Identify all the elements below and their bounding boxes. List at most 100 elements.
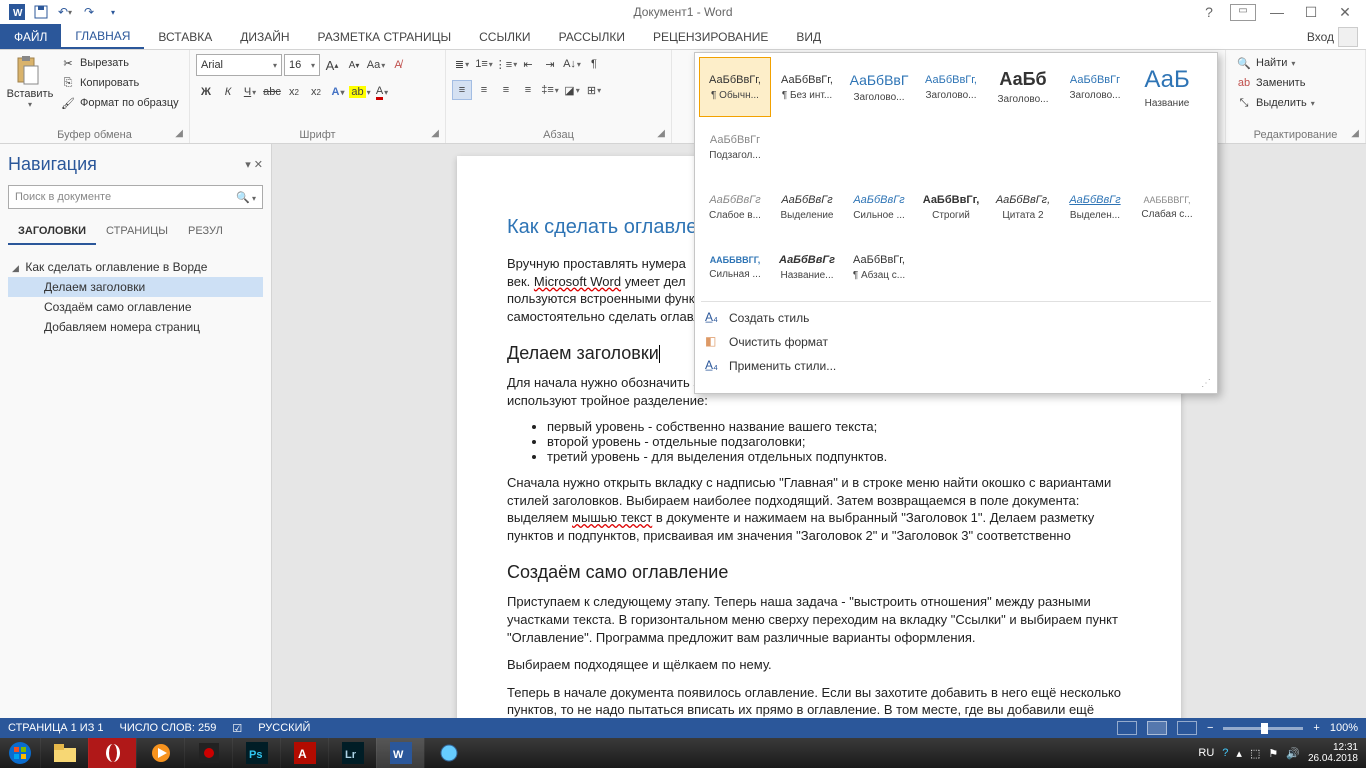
taskbar-app1[interactable] <box>184 738 232 768</box>
zoom-slider[interactable] <box>1223 727 1303 730</box>
subscript-button[interactable]: x2 <box>284 82 304 102</box>
help-icon[interactable]: ? <box>1196 4 1222 21</box>
align-right-button[interactable]: ≡ <box>496 80 516 100</box>
taskbar-word[interactable]: W <box>376 738 424 768</box>
create-style-cmd[interactable]: A̲₄Создать стиль <box>699 306 1213 330</box>
view-print-button[interactable] <box>1147 721 1167 735</box>
zoom-out-button[interactable]: − <box>1207 722 1213 734</box>
taskbar-explorer[interactable] <box>40 738 88 768</box>
increase-indent-button[interactable]: ⇥ <box>540 54 560 74</box>
status-proofing-icon[interactable]: ☑ <box>232 722 242 735</box>
grow-font-button[interactable]: A▴ <box>322 55 342 75</box>
underline-button[interactable]: Ч <box>240 82 260 102</box>
numbering-button[interactable]: 1≡ <box>474 54 494 74</box>
close-icon[interactable]: ✕ <box>1332 4 1358 21</box>
minimize-icon[interactable]: — <box>1264 4 1290 21</box>
status-page[interactable]: СТРАНИЦА 1 ИЗ 1 <box>8 722 104 734</box>
copy-button[interactable]: ⎘Копировать <box>56 74 183 92</box>
style-gallery-item[interactable]: АаБбВвГгСлабое в... <box>699 177 771 237</box>
resize-grip-icon[interactable]: ⋰ <box>699 378 1213 389</box>
tray-clock[interactable]: 12:31 26.04.2018 <box>1308 742 1358 764</box>
tray-lang[interactable]: RU <box>1198 747 1214 759</box>
view-web-button[interactable] <box>1177 721 1197 735</box>
format-painter-button[interactable]: 🖌Формат по образцу <box>56 94 183 112</box>
style-gallery-item[interactable]: ААББВВГГ,Слабая с... <box>1131 177 1203 237</box>
nav-tab-results[interactable]: РЕЗУЛ <box>178 221 233 245</box>
nav-pin-icon[interactable]: ▾ <box>245 159 251 171</box>
tab-insert[interactable]: ВСТАВКА <box>144 24 226 49</box>
text-effects-button[interactable]: A <box>328 82 348 102</box>
replace-button[interactable]: abЗаменить <box>1232 74 1319 92</box>
style-gallery-item[interactable]: АаБбВвГг,Строгий <box>915 177 987 237</box>
style-gallery-item[interactable]: АаБбВвГгЗаголово... <box>1059 57 1131 117</box>
cut-button[interactable]: ✂Вырезать <box>56 54 183 72</box>
font-color-button[interactable]: A <box>372 82 392 102</box>
tray-flag-icon[interactable]: ⚑ <box>1268 747 1278 760</box>
tab-layout[interactable]: РАЗМЕТКА СТРАНИЦЫ <box>304 24 466 49</box>
nav-tree-item[interactable]: Создаём само оглавление <box>8 297 263 317</box>
status-words[interactable]: ЧИСЛО СЛОВ: 259 <box>120 722 217 734</box>
tray-arrow-icon[interactable]: ▴ <box>1236 747 1242 760</box>
paragraph-launcher-icon[interactable]: ◢ <box>657 128 665 139</box>
style-gallery-item[interactable]: ААББВВГГ,Сильная ... <box>699 237 771 297</box>
tab-mailings[interactable]: РАССЫЛКИ <box>545 24 639 49</box>
align-center-button[interactable]: ≡ <box>474 80 494 100</box>
style-gallery-item[interactable]: АаБбВвГгСильное ... <box>843 177 915 237</box>
clipboard-launcher-icon[interactable]: ◢ <box>175 128 183 139</box>
align-left-button[interactable]: ≡ <box>452 80 472 100</box>
nav-tree-item[interactable]: ◢ Как сделать оглавление в Ворде <box>8 257 263 277</box>
save-icon[interactable] <box>32 3 50 21</box>
taskbar-app2[interactable] <box>424 738 472 768</box>
editing-launcher-icon[interactable]: ◢ <box>1351 128 1359 139</box>
font-size-combo[interactable]: 16▾ <box>284 54 320 76</box>
nav-tab-headings[interactable]: ЗАГОЛОВКИ <box>8 221 96 245</box>
undo-icon[interactable]: ↶▾ <box>56 3 74 21</box>
find-button[interactable]: 🔍Найти ▾ <box>1232 54 1319 72</box>
style-gallery-item[interactable]: АаБбВвГгВыделен... <box>1059 177 1131 237</box>
taskbar-lightroom[interactable]: Lr <box>328 738 376 768</box>
tab-file[interactable]: ФАЙЛ <box>0 24 61 49</box>
nav-tree-item[interactable]: Добавляем номера страниц <box>8 317 263 337</box>
tab-design[interactable]: ДИЗАЙН <box>226 24 303 49</box>
start-button[interactable] <box>0 738 40 768</box>
tab-references[interactable]: ССЫЛКИ <box>465 24 544 49</box>
shrink-font-button[interactable]: A▾ <box>344 55 364 75</box>
nav-tab-pages[interactable]: СТРАНИЦЫ <box>96 221 178 245</box>
nav-tree-item[interactable]: Делаем заголовки <box>8 277 263 297</box>
font-name-combo[interactable]: Arial▾ <box>196 54 282 76</box>
tab-review[interactable]: РЕЦЕНЗИРОВАНИЕ <box>639 24 782 49</box>
bold-button[interactable]: Ж <box>196 82 216 102</box>
line-spacing-button[interactable]: ‡≡ <box>540 80 560 100</box>
login-link[interactable]: Вход <box>1299 24 1366 49</box>
style-gallery-item[interactable]: АаБбЗаголово... <box>987 57 1059 117</box>
apply-styles-cmd[interactable]: A̲₄Применить стили... <box>699 354 1213 378</box>
style-gallery-item[interactable]: АаБбВвГг,¶ Абзац с... <box>843 237 915 297</box>
tray-network-icon[interactable]: ⬚ <box>1250 747 1260 760</box>
borders-button[interactable]: ⊞ <box>584 80 604 100</box>
highlight-button[interactable]: ab <box>350 82 370 102</box>
nav-search-input[interactable]: Поиск в документе 🔍 ▾ <box>8 185 263 209</box>
change-case-button[interactable]: Aa <box>366 55 386 75</box>
sort-button[interactable]: A↓ <box>562 54 582 74</box>
style-gallery-item[interactable]: АаБбВвГг,¶ Обычн... <box>699 57 771 117</box>
zoom-level[interactable]: 100% <box>1330 722 1358 734</box>
taskbar-media[interactable] <box>136 738 184 768</box>
style-gallery-item[interactable]: АаБбВвГг,Заголово... <box>915 57 987 117</box>
taskbar-acrobat[interactable]: A <box>280 738 328 768</box>
ribbon-options-icon[interactable]: ▭ <box>1230 4 1256 21</box>
clear-format-cmd[interactable]: ◧Очистить формат <box>699 330 1213 354</box>
italic-button[interactable]: К <box>218 82 238 102</box>
select-button[interactable]: ⤡Выделить ▾ <box>1232 94 1319 112</box>
clear-formatting-button[interactable]: A̸ <box>388 55 408 75</box>
taskbar-opera[interactable] <box>88 738 136 768</box>
style-gallery-item[interactable]: АаБбВвГЗаголово... <box>843 57 915 117</box>
tab-view[interactable]: ВИД <box>782 24 835 49</box>
style-gallery-item[interactable]: АаБбВвГг,Цитата 2 <box>987 177 1059 237</box>
tab-home[interactable]: ГЛАВНАЯ <box>61 24 144 49</box>
view-read-button[interactable] <box>1117 721 1137 735</box>
superscript-button[interactable]: x2 <box>306 82 326 102</box>
taskbar-photoshop[interactable]: Ps <box>232 738 280 768</box>
decrease-indent-button[interactable]: ⇤ <box>518 54 538 74</box>
style-gallery-item[interactable]: АаБбВвГгНазвание... <box>771 237 843 297</box>
strikethrough-button[interactable]: abc <box>262 82 282 102</box>
